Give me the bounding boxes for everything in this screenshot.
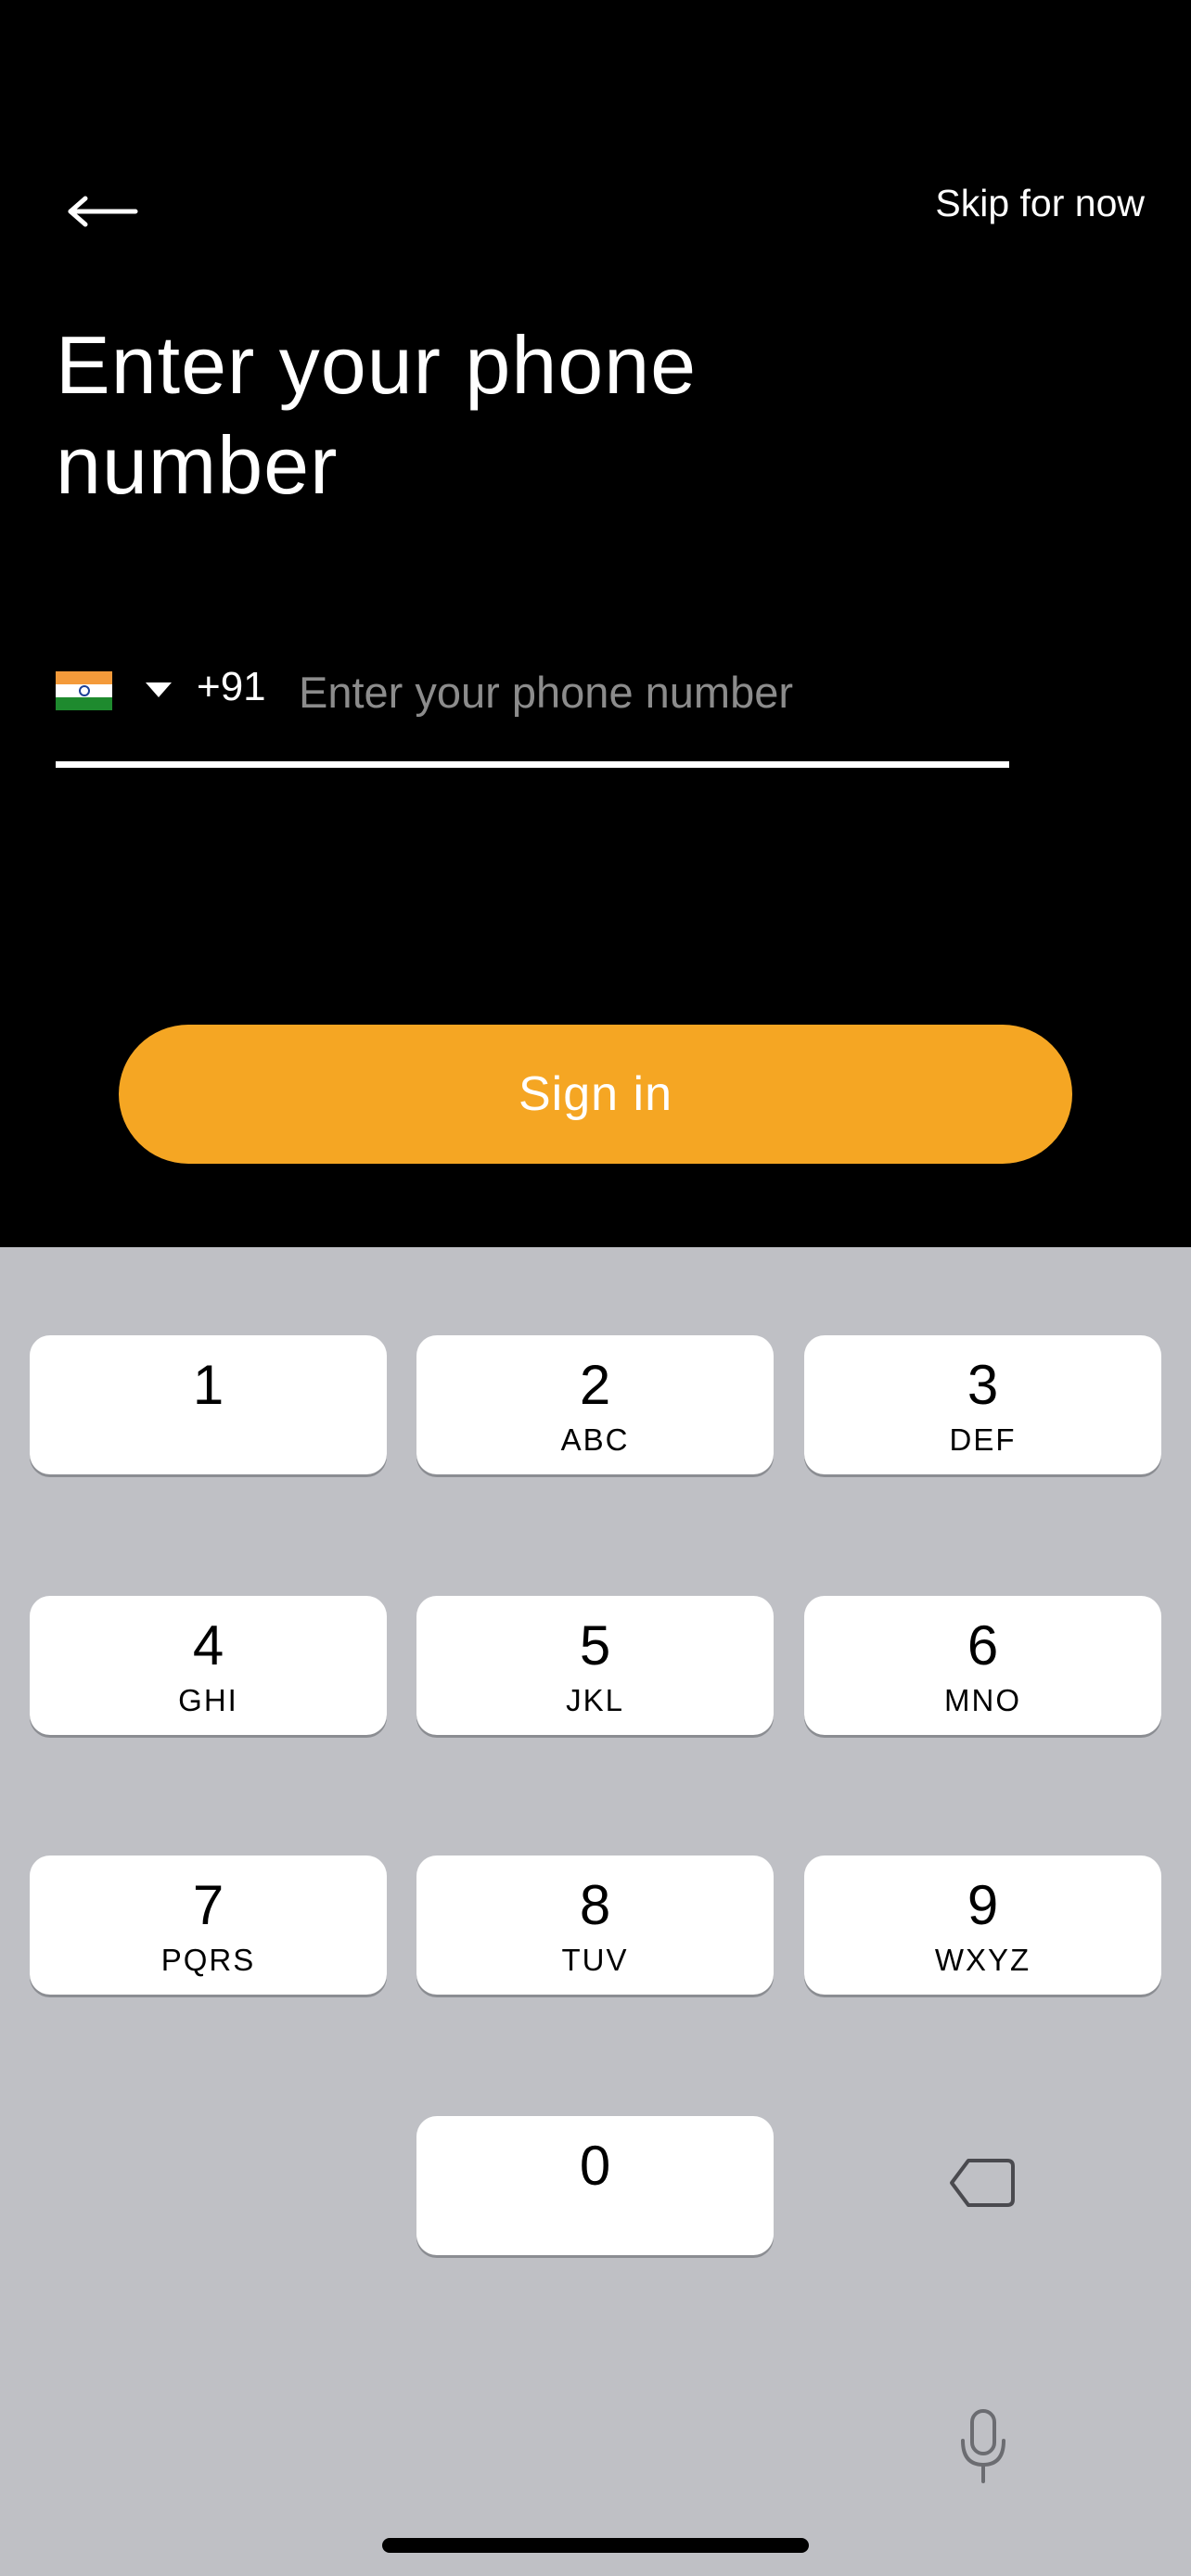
phone-number-input[interactable] — [299, 657, 1004, 727]
key-4[interactable]: 4 GHI — [30, 1596, 387, 1735]
key-7[interactable]: 7 PQRS — [30, 1855, 387, 1995]
sign-in-screen: Skip for now Enter your phone number +91… — [0, 0, 1191, 1247]
skip-for-now-link[interactable]: Skip for now — [935, 182, 1145, 225]
arrow-left-icon — [68, 196, 138, 227]
backspace-button[interactable] — [937, 2136, 1030, 2229]
key-6[interactable]: 6 MNO — [804, 1596, 1161, 1735]
country-code: +91 — [197, 664, 266, 709]
dictation-button[interactable] — [948, 2402, 1018, 2491]
page-title: Enter your phone number — [56, 319, 698, 511]
key-5[interactable]: 5 JKL — [416, 1596, 774, 1735]
phone-number-field: +91 — [56, 649, 1009, 768]
backspace-icon — [950, 2159, 1015, 2207]
key-3[interactable]: 3 DEF — [804, 1335, 1161, 1474]
sign-in-button[interactable]: Sign in — [119, 1025, 1072, 1164]
key-2[interactable]: 2 ABC — [416, 1335, 774, 1474]
country-dropdown-caret-icon[interactable] — [146, 682, 172, 697]
key-9[interactable]: 9 WXYZ — [804, 1855, 1161, 1995]
india-flag-icon[interactable] — [56, 671, 112, 710]
key-8[interactable]: 8 TUV — [416, 1855, 774, 1995]
key-0[interactable]: 0 — [416, 2116, 774, 2255]
microphone-icon — [961, 2409, 1005, 2483]
numeric-keypad: 1 2 ABC 3 DEF 4 GHI 5 JKL 6 MNO 7 PQRS 8… — [0, 1247, 1191, 2576]
home-indicator — [382, 2538, 809, 2553]
back-button[interactable] — [56, 176, 148, 247]
key-1[interactable]: 1 — [30, 1335, 387, 1474]
